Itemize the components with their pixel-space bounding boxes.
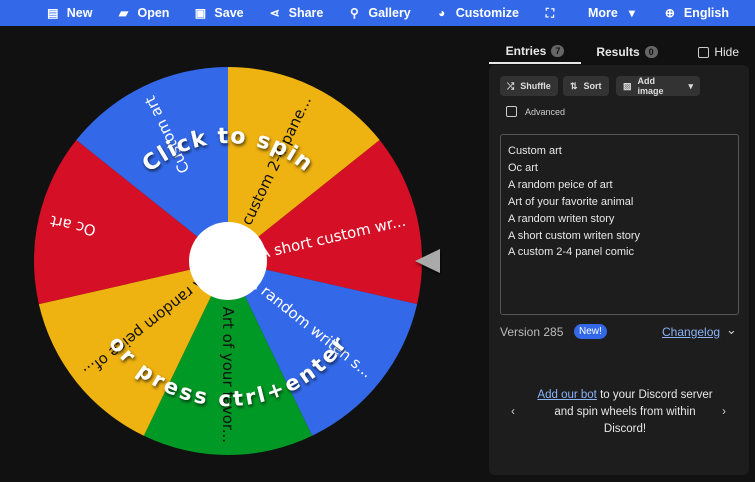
sort-button[interactable]: ⇅ Sort [563,76,609,96]
add-image-button[interactable]: ▨ Add image ▾ [616,76,700,96]
shuffle-icon: ⤮ [507,81,514,92]
wheel-segment-label: Art of your favor... [219,307,237,443]
globe-icon: ⊕ [663,6,677,20]
entry-line: A custom 2-4 panel comic [508,244,731,261]
discord-promo: Add our bot to your Discord server and s… [525,387,725,438]
changelog-link[interactable]: Changelog [662,325,720,339]
shuffle-label: Shuffle [520,81,551,91]
entry-line: Custom art [508,143,731,160]
panel-tabs: Entries 7 Results 0 Hide [489,40,755,64]
toolbar-item-label: English [684,6,729,20]
promo-text: Discord! [604,423,646,435]
add-image-label: Add image [638,76,683,96]
toolbar-item-fullscreen[interactable]: ⛶ [531,6,576,21]
checkbox-icon [698,47,709,58]
results-count-badge: 0 [645,46,658,58]
tab-entries[interactable]: Entries 7 [489,40,581,64]
sort-label: Sort [584,81,602,91]
entries-count-badge: 7 [551,45,564,57]
hide-checkbox[interactable]: Hide [698,40,755,64]
chevron-down-icon: ▾ [625,6,639,20]
promo-prev-button[interactable]: ‹ [511,404,515,418]
entry-line: A short custom writen story [508,228,731,245]
version-label: Version 285 [500,325,563,339]
wheel-hub[interactable] [189,222,267,300]
spin-wheel[interactable]: A custom 2-4 pane...A short custom wr...… [0,0,480,482]
checkbox-icon [506,106,517,117]
new-badge: New! [574,324,607,339]
tab-results[interactable]: Results 0 [581,40,673,64]
sort-icon: ⇅ [570,81,578,92]
promo-next-button[interactable]: › [722,404,726,418]
add-bot-link[interactable]: Add our bot [537,389,596,401]
entries-textarea[interactable]: Custom artOc artA random peice of artArt… [500,134,739,315]
tab-results-label: Results [596,45,639,59]
toolbar-item-english[interactable]: ⊕ English [651,6,741,20]
advanced-checkbox[interactable]: Advanced [506,106,565,117]
chevron-down-icon[interactable]: ⌄ [726,322,737,338]
entry-line: A random writen story [508,211,731,228]
toolbar-item-more[interactable]: More ▾ [576,6,651,20]
shuffle-button[interactable]: ⤮ Shuffle [500,76,558,96]
advanced-label: Advanced [525,107,565,117]
promo-text: and spin wheels from within [554,406,695,418]
fullscreen-icon: ⛶ [543,6,557,21]
entry-line: Oc art [508,160,731,177]
chevron-down-icon: ▾ [688,81,693,92]
image-icon: ▨ [623,81,632,92]
hide-label: Hide [714,45,739,59]
promo-text: to your Discord server [597,389,713,401]
entry-line: A random peice of art [508,177,731,194]
toolbar-item-label: More [588,6,618,20]
tab-entries-label: Entries [506,44,547,58]
entry-line: Art of your favorite animal [508,194,731,211]
